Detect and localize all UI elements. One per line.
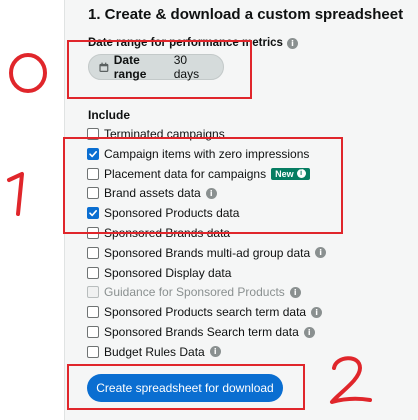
include-option-label: Sponsored Products search term data — [104, 305, 307, 320]
annotation-number-one: 1 — [4, 170, 24, 216]
include-option[interactable]: Sponsored Brands Search term data i — [87, 324, 315, 340]
include-option-label: Placement data for campaigns — [104, 166, 267, 181]
checkbox — [87, 286, 99, 299]
include-option[interactable]: Sponsored Brands data — [87, 225, 230, 241]
checkmark-icon — [89, 210, 97, 217]
include-option-label: Brand assets data — [104, 186, 201, 201]
date-range-button-label: Date range — [113, 53, 147, 81]
checkbox[interactable] — [87, 147, 99, 160]
include-option-label: Campaign items with zero impressions — [104, 146, 310, 161]
checkbox[interactable] — [87, 266, 99, 279]
checkbox[interactable] — [87, 345, 99, 358]
date-range-label-text: Date range for performance metrics — [88, 37, 283, 49]
include-option-label: Sponsored Products data — [104, 206, 240, 221]
include-option: Guidance for Sponsored Products i — [87, 284, 301, 300]
checkbox[interactable] — [87, 207, 99, 220]
checkbox[interactable] — [87, 306, 99, 319]
include-option-label: Sponsored Brands multi-ad group data — [104, 245, 311, 260]
include-option-label: Budget Rules Data — [104, 344, 205, 359]
section-title: 1. Create & download a custom spreadshee… — [88, 6, 404, 23]
annotation-number-two: 2 — [324, 352, 372, 404]
checkbox[interactable] — [87, 326, 99, 338]
info-icon[interactable]: i — [315, 247, 327, 259]
include-option-label: Sponsored Display data — [104, 265, 232, 280]
info-icon[interactable]: i — [286, 37, 298, 49]
include-option[interactable]: Budget Rules Data i — [87, 344, 221, 360]
include-option[interactable]: Campaign items with zero impressions — [87, 146, 309, 162]
checkbox[interactable] — [87, 246, 99, 259]
checkbox[interactable] — [87, 227, 99, 239]
info-icon[interactable]: i — [205, 187, 217, 199]
include-option[interactable]: Sponsored Products search term data i — [87, 304, 323, 320]
info-icon[interactable]: i — [289, 286, 301, 298]
info-icon[interactable]: i — [296, 169, 306, 179]
date-range-button[interactable]: Date range 30 days — [88, 53, 224, 81]
include-option-label: Sponsored Brands Search term data — [104, 325, 299, 339]
include-label: Include — [88, 108, 131, 122]
include-option-label: Sponsored Brands data — [104, 226, 231, 240]
checkbox[interactable] — [87, 187, 99, 200]
include-option-label: Terminated campaigns — [104, 127, 225, 141]
date-range-label: Date range for performance metrics i — [88, 37, 298, 49]
checkbox[interactable] — [87, 167, 99, 180]
include-option[interactable]: Sponsored Display data — [87, 265, 231, 281]
svg-text:1: 1 — [4, 170, 5, 171]
include-option[interactable]: Brand assets data i — [87, 185, 217, 201]
new-badge: New i — [271, 167, 310, 180]
checkbox[interactable] — [87, 128, 99, 140]
new-badge-label: New — [275, 168, 294, 179]
date-range-button-value: 30 days — [173, 53, 200, 81]
checkmark-icon — [89, 150, 97, 157]
include-option[interactable]: Sponsored Brands multi-ad group data i — [87, 245, 327, 261]
include-option-label: Guidance for Sponsored Products — [104, 285, 285, 300]
calendar-icon — [99, 62, 109, 72]
info-icon[interactable]: i — [209, 346, 221, 358]
create-spreadsheet-button[interactable]: Create spreadsheet for download — [87, 374, 283, 402]
info-icon[interactable]: i — [303, 326, 315, 338]
include-option[interactable]: Sponsored Products data — [87, 205, 239, 221]
annotation-number-zero: 0 — [6, 50, 47, 93]
svg-text:0: 0 — [6, 50, 7, 51]
svg-text:2: 2 — [324, 352, 325, 353]
include-option[interactable]: Terminated campaigns — [87, 126, 225, 142]
info-icon[interactable]: i — [311, 306, 323, 318]
include-option[interactable]: Placement data for campaigns New i — [87, 166, 310, 182]
